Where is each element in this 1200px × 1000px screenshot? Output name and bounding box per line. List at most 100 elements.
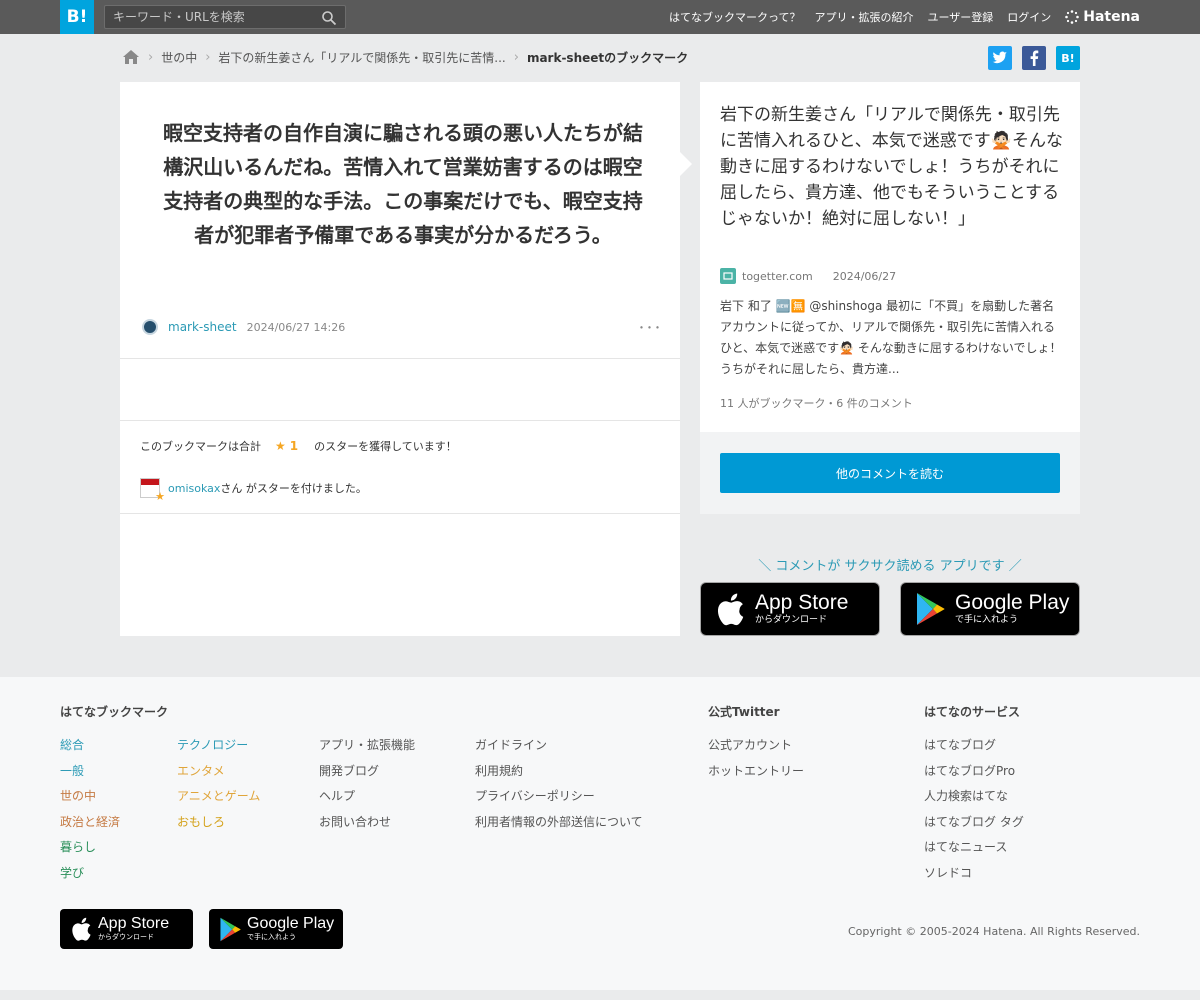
footer-link[interactable]: エンタメ — [177, 759, 260, 785]
footer-link[interactable]: はてなニュース — [924, 835, 1024, 861]
apple-icon — [717, 593, 744, 626]
more-options-icon[interactable]: ･･･ — [638, 318, 662, 338]
footer-link[interactable]: アニメとゲーム — [177, 784, 260, 810]
google-play-label: Google Play — [247, 915, 335, 932]
search-input[interactable] — [105, 6, 315, 28]
entry-title[interactable]: 岩下の新生姜さん「リアルで関係先・取引先に苦情入れるひと、本気で迷惑です🙅🏻そん… — [720, 102, 1065, 232]
copyright: Copyright © 2005-2024 Hatena. All Rights… — [847, 925, 1140, 938]
hatena-brand-label: Hatena — [1083, 9, 1140, 25]
entry-description: 岩下 和了 🆕🈚 @shinshoga 最初に「不買」を扇動した著名アカウントに… — [720, 299, 1062, 376]
togetter-favicon-icon — [720, 268, 736, 284]
nav-about[interactable]: はてなブックマークって？ — [669, 9, 800, 25]
speech-arrow — [680, 152, 692, 176]
starred-user-link[interactable]: omisokax — [168, 482, 220, 495]
breadcrumb-current: mark-sheetのブックマーク — [526, 50, 689, 65]
footer-link[interactable]: 総合 — [60, 733, 168, 759]
footer-col-services: はてなのサービス はてなブログ はてなブログPro 人力検索はてな はてなブログ… — [924, 703, 1024, 886]
breadcrumb-category[interactable]: 世の中 — [161, 49, 197, 66]
footer-col-policy: ガイドライン 利用規約 プライバシーポリシー 利用者情報の外部送信について — [475, 733, 643, 835]
bookmark-card: 暇空支持者の自作自演に騙される頭の悪い人たちが結構沢山いるんだね。苦情入れて営業… — [120, 82, 680, 636]
footer-link[interactable]: 一般 — [60, 759, 168, 785]
bookmark-meta: mark-sheet 2024/06/27 14:26 — [142, 318, 345, 336]
entry-domain[interactable]: togetter.com — [742, 270, 813, 283]
footer-link[interactable]: 公式アカウント — [708, 733, 804, 759]
search-icon[interactable] — [321, 10, 337, 26]
footer-link[interactable]: 世の中 — [60, 784, 168, 810]
footer-app-store-badge[interactable]: App Store からダウンロード — [60, 909, 193, 949]
footer-col-categories: テクノロジー エンタメ アニメとゲーム おもしろ — [177, 733, 260, 835]
app-store-label: App Store — [98, 915, 170, 932]
facebook-share-button[interactable] — [1022, 46, 1046, 70]
footer-link[interactable]: ガイドライン — [475, 733, 643, 759]
footer-col-apps: アプリ・拡張機能 開発ブログ ヘルプ お問い合わせ — [319, 733, 415, 835]
star-icon: ★ — [155, 490, 165, 503]
footer-link[interactable]: お問い合わせ — [319, 810, 415, 836]
hatena-bookmark-logo[interactable]: B! — [60, 0, 94, 34]
bookmark-date[interactable]: 2024/06/27 14:26 — [247, 321, 346, 334]
footer-heading: 公式Twitter — [708, 705, 780, 719]
chevron-right-icon: › — [148, 49, 154, 65]
hatena-brand[interactable]: Hatena — [1065, 9, 1140, 25]
footer-link[interactable]: 学び — [60, 861, 168, 887]
star-icon: ★ — [275, 439, 286, 453]
google-play-sublabel: で手に入れよう — [955, 615, 1019, 625]
footer-link[interactable]: おもしろ — [177, 810, 260, 836]
starred-suffix: さん がスターを付けました。 — [220, 482, 367, 495]
stars-prefix: このブックマークは合計 — [140, 440, 261, 453]
google-play-icon — [220, 917, 241, 941]
entry-source: togetter.com 2024/06/27 — [720, 268, 896, 284]
read-more-comments-button[interactable]: 他のコメントを読む — [720, 453, 1060, 493]
footer-link[interactable]: 暮らし — [60, 835, 168, 861]
app-store-sublabel: からダウンロード — [755, 615, 828, 625]
footer-link[interactable]: テクノロジー — [177, 733, 260, 759]
footer-link[interactable]: アプリ・拡張機能 — [319, 733, 415, 759]
footer-google-play-badge[interactable]: Google Play で手に入れよう — [209, 909, 343, 949]
app-store-label: App Store — [755, 591, 849, 614]
app-store-badge[interactable]: App Store からダウンロード — [700, 582, 880, 636]
footer: はてなブックマーク 総合 一般 世の中 政治と経済 暮らし 学び テクノロジー … — [0, 677, 1200, 990]
starred-by: ★ omisokax さん がスターを付けました。 — [140, 478, 367, 503]
hatena-dots-icon — [1065, 10, 1080, 24]
search-box — [104, 5, 346, 29]
bookmark-comment: 暇空支持者の自作自演に騙される頭の悪い人たちが結構沢山いるんだね。苦情入れて営業… — [163, 121, 643, 247]
footer-link[interactable]: プライバシーポリシー — [475, 784, 643, 810]
footer-link[interactable]: ヘルプ — [319, 784, 415, 810]
footer-link[interactable]: ソレドコ — [924, 861, 1024, 887]
footer-heading: はてなブックマーク — [60, 705, 169, 719]
hatena-share-button[interactable]: B! — [1056, 46, 1080, 70]
entry-count[interactable]: 11 人がブックマーク・6 件のコメント — [720, 395, 913, 411]
google-play-badge[interactable]: Google Play で手に入れよう — [900, 582, 1080, 636]
more-comments-area: 他のコメントを読む — [700, 432, 1080, 514]
divider — [120, 513, 680, 514]
bottom-strip — [0, 990, 1200, 1000]
facebook-icon — [1030, 50, 1039, 66]
bookmark-user[interactable]: mark-sheet — [168, 320, 237, 334]
footer-link[interactable]: 開発ブログ — [319, 759, 415, 785]
google-play-icon — [917, 593, 945, 625]
home-icon[interactable] — [122, 49, 140, 65]
twitter-share-button[interactable] — [988, 46, 1012, 70]
footer-link[interactable]: 政治と経済 — [60, 810, 168, 836]
footer-link[interactable]: 利用者情報の外部送信について — [475, 810, 643, 836]
starred-user-avatar[interactable]: ★ — [140, 478, 165, 503]
avatar[interactable] — [142, 319, 158, 335]
app-store-sublabel: からダウンロード — [98, 933, 154, 941]
footer-link[interactable]: はてなブログPro — [924, 759, 1024, 785]
nav-register[interactable]: ユーザー登録 — [927, 9, 993, 25]
stars-count[interactable]: 1 — [290, 439, 298, 453]
footer-link[interactable]: はてなブログ タグ — [924, 810, 1024, 836]
breadcrumb: › 世の中 › 岩下の新生姜さん「リアルで関係先・取引先に苦情... › mar… — [122, 44, 1082, 70]
footer-link[interactable]: はてなブログ — [924, 733, 1024, 759]
entry-card: 岩下の新生姜さん「リアルで関係先・取引先に苦情入れるひと、本気で迷惑です🙅🏻そん… — [700, 82, 1080, 432]
chevron-right-icon: › — [513, 49, 519, 65]
nav-apps[interactable]: アプリ・拡張の紹介 — [814, 9, 913, 25]
chevron-right-icon: › — [205, 49, 211, 65]
footer-link[interactable]: ホットエントリー — [708, 759, 804, 785]
twitter-icon — [992, 51, 1007, 64]
nav-login[interactable]: ログイン — [1007, 9, 1051, 25]
header-nav: はてなブックマークって？ アプリ・拡張の紹介 ユーザー登録 ログイン Haten… — [669, 0, 1200, 34]
footer-link[interactable]: 人力検索はてな — [924, 784, 1024, 810]
google-play-sublabel: で手に入れよう — [247, 933, 296, 941]
footer-link[interactable]: 利用規約 — [475, 759, 643, 785]
breadcrumb-entry[interactable]: 岩下の新生姜さん「リアルで関係先・取引先に苦情... — [218, 49, 505, 66]
